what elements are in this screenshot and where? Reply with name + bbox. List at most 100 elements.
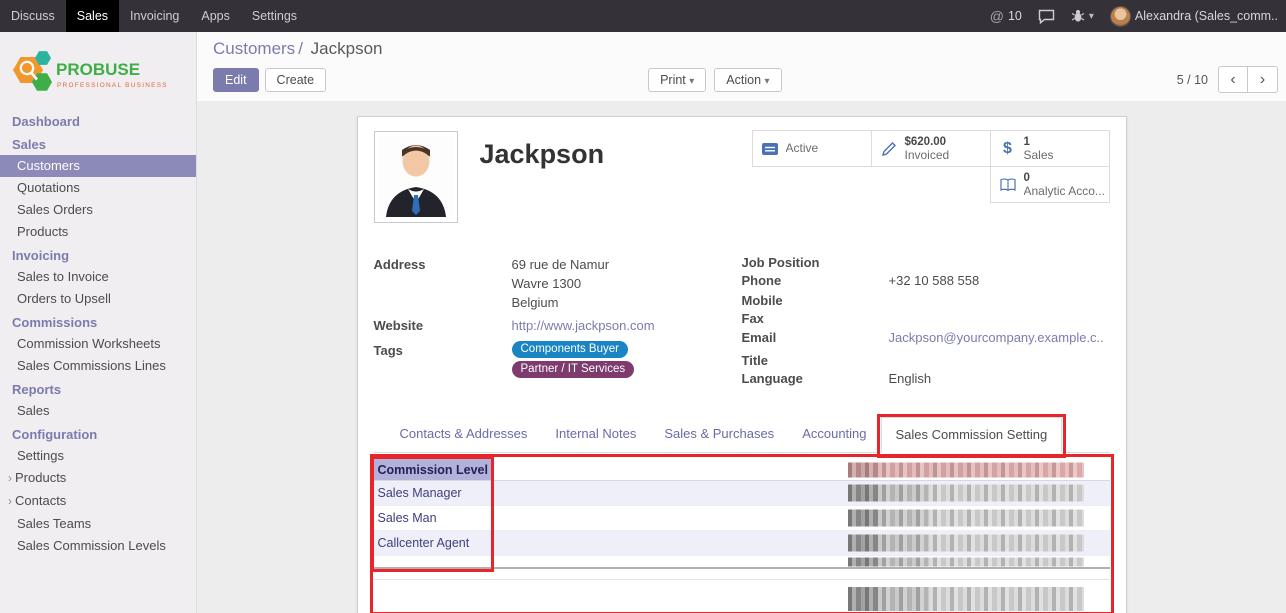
tab-contacts-addresses[interactable]: Contacts & Addresses	[386, 417, 542, 452]
redacted-footer-cell	[848, 587, 1084, 611]
sidebar: PROBUSE PROFESSIONAL BUSINESS Dashboard …	[0, 32, 197, 613]
sidebar-item-quotations[interactable]: Quotations	[0, 177, 196, 199]
stat-value: $620.00	[905, 136, 950, 149]
menu-sales[interactable]: Sales	[66, 0, 119, 32]
pager-previous-button[interactable]: ‹	[1218, 66, 1248, 93]
debug-menu[interactable]: ▾	[1071, 9, 1094, 23]
tab-sales-commission-setting[interactable]: Sales Commission Setting	[881, 417, 1063, 453]
sidebar-item-orders-to-upsell[interactable]: Orders to Upsell	[0, 288, 196, 310]
sidebar-item-sales-commission-levels[interactable]: Sales Commission Levels	[0, 535, 196, 557]
cell-commission-level: Sales Man	[374, 511, 492, 525]
tag-partner-it-services: Partner / IT Services	[512, 361, 635, 378]
sidebar-item-config-products[interactable]: ›Products	[0, 467, 196, 490]
sidebar-heading-dashboard[interactable]: Dashboard	[0, 109, 196, 132]
sidebar-heading-commissions[interactable]: Commissions	[0, 310, 196, 333]
stat-button-analytic-accounts[interactable]: 0 Analytic Acco...	[990, 166, 1110, 203]
address-label: Address	[374, 255, 512, 312]
sidebar-item-config-settings[interactable]: Settings	[0, 445, 196, 467]
print-menu-button[interactable]: Print ▾	[648, 68, 706, 92]
stat-label: Analytic Acco...	[1024, 185, 1104, 198]
email-link[interactable]: Jackpson@yourcompany.example.c..	[889, 330, 1104, 345]
sidebar-item-sales-orders[interactable]: Sales Orders	[0, 199, 196, 221]
form-sheet: Jackpson Active	[357, 116, 1127, 613]
pager-value: 5 / 10	[1177, 73, 1208, 87]
sidebar-item-sales-teams[interactable]: Sales Teams	[0, 513, 196, 535]
notebook-tabs: Contacts & Addresses Internal Notes Sale…	[374, 417, 1110, 453]
edit-button[interactable]: Edit	[213, 68, 259, 92]
sidebar-heading-sales[interactable]: Sales	[0, 132, 196, 155]
breadcrumb: Customers/ Jackpson	[213, 38, 1278, 60]
pager-next-button[interactable]: ›	[1248, 66, 1278, 93]
user-menu[interactable]: Alexandra (Sales_comm..	[1110, 6, 1278, 27]
table-footer	[374, 580, 1110, 613]
cell-commission-level: Callcenter Agent	[374, 536, 492, 550]
mention-count: 10	[1008, 9, 1022, 23]
sidebar-item-config-contacts[interactable]: ›Contacts	[0, 490, 196, 513]
table-empty-row	[374, 556, 1110, 569]
active-toggle-icon	[758, 141, 782, 157]
breadcrumb-separator: /	[295, 39, 306, 58]
person-avatar	[378, 135, 454, 217]
cell-commission-level: Sales Manager	[374, 486, 492, 500]
redacted-cell	[848, 485, 1084, 502]
record-image	[374, 131, 458, 223]
sidebar-heading-reports[interactable]: Reports	[0, 377, 196, 400]
menu-apps[interactable]: Apps	[190, 0, 241, 32]
website-link[interactable]: http://www.jackpson.com	[512, 316, 655, 335]
stat-buttons: Active $620.00 Invoiced	[751, 131, 1110, 203]
stat-value: 0	[1024, 172, 1104, 185]
website-label: Website	[374, 316, 512, 335]
menu-invoicing[interactable]: Invoicing	[119, 0, 190, 32]
sidebar-heading-configuration[interactable]: Configuration	[0, 422, 196, 445]
logo-title: PROBUSE	[56, 60, 140, 79]
record-title: Jackpson	[480, 139, 605, 231]
logo-subtitle: PROFESSIONAL BUSINESS	[57, 82, 168, 89]
tab-label: Sales Commission Setting	[896, 427, 1048, 442]
pager: ‹ ›	[1218, 66, 1278, 93]
breadcrumb-customers[interactable]: Customers	[213, 39, 295, 58]
stat-label: Active	[786, 142, 819, 155]
menu-discuss[interactable]: Discuss	[0, 0, 66, 32]
topbar-systray: @ 10 ▾ Alexandra (Sales_comm..	[990, 0, 1286, 32]
mention-counter[interactable]: @ 10	[990, 8, 1022, 24]
messages-icon[interactable]	[1038, 9, 1055, 24]
sidebar-item-sales-commissions-lines[interactable]: Sales Commissions Lines	[0, 355, 196, 377]
sidebar-item-customers[interactable]: Customers	[0, 155, 196, 177]
sidebar-item-label: Contacts	[15, 493, 66, 508]
top-navbar: Discuss Sales Invoicing Apps Settings @ …	[0, 0, 1286, 32]
stat-button-sales[interactable]: $ 1 Sales	[990, 130, 1110, 167]
action-menu-button[interactable]: Action ▾	[714, 68, 781, 92]
print-label: Print	[660, 73, 686, 87]
stat-button-invoiced[interactable]: $620.00 Invoiced	[871, 130, 991, 167]
sidebar-item-sales-to-invoice[interactable]: Sales to Invoice	[0, 266, 196, 288]
sidebar-heading-invoicing[interactable]: Invoicing	[0, 243, 196, 266]
caret-down-icon: ▾	[1089, 11, 1094, 22]
control-panel: Customers/ Jackpson Edit Create Print ▾ …	[197, 32, 1286, 101]
tab-accounting[interactable]: Accounting	[788, 417, 880, 452]
sidebar-nav: Dashboard Sales Customers Quotations Sal…	[0, 109, 196, 557]
column-header-commission-level[interactable]: Commission Level	[374, 459, 492, 480]
action-label: Action	[726, 73, 761, 87]
sidebar-item-report-sales[interactable]: Sales	[0, 400, 196, 422]
stat-button-active[interactable]: Active	[752, 130, 872, 167]
probuse-logo: PROBUSE PROFESSIONAL BUSINESS	[0, 32, 196, 109]
menu-settings[interactable]: Settings	[241, 0, 308, 32]
stat-value: 1	[1024, 136, 1054, 149]
redacted-cell	[848, 557, 1084, 566]
book-icon	[996, 178, 1020, 192]
create-button[interactable]: Create	[265, 68, 327, 92]
dollar-icon: $	[996, 140, 1020, 158]
table-row-sales-manager[interactable]: Sales Manager	[374, 481, 1110, 506]
caret-right-icon: ›	[8, 494, 12, 508]
tab-internal-notes[interactable]: Internal Notes	[541, 417, 650, 452]
table-row-callcenter-agent[interactable]: Callcenter Agent	[374, 531, 1110, 556]
table-row-sales-man[interactable]: Sales Man	[374, 506, 1110, 531]
sidebar-item-products[interactable]: Products	[0, 221, 196, 243]
field-groups: Address 69 rue de Namur Wavre 1300 Belgi…	[374, 255, 1110, 389]
bug-icon	[1071, 9, 1085, 23]
user-name: Alexandra (Sales_comm..	[1135, 9, 1278, 23]
app-menus: Discuss Sales Invoicing Apps Settings	[0, 0, 308, 32]
sidebar-item-commission-worksheets[interactable]: Commission Worksheets	[0, 333, 196, 355]
pencil-icon	[877, 141, 901, 157]
tab-sales-purchases[interactable]: Sales & Purchases	[650, 417, 788, 452]
